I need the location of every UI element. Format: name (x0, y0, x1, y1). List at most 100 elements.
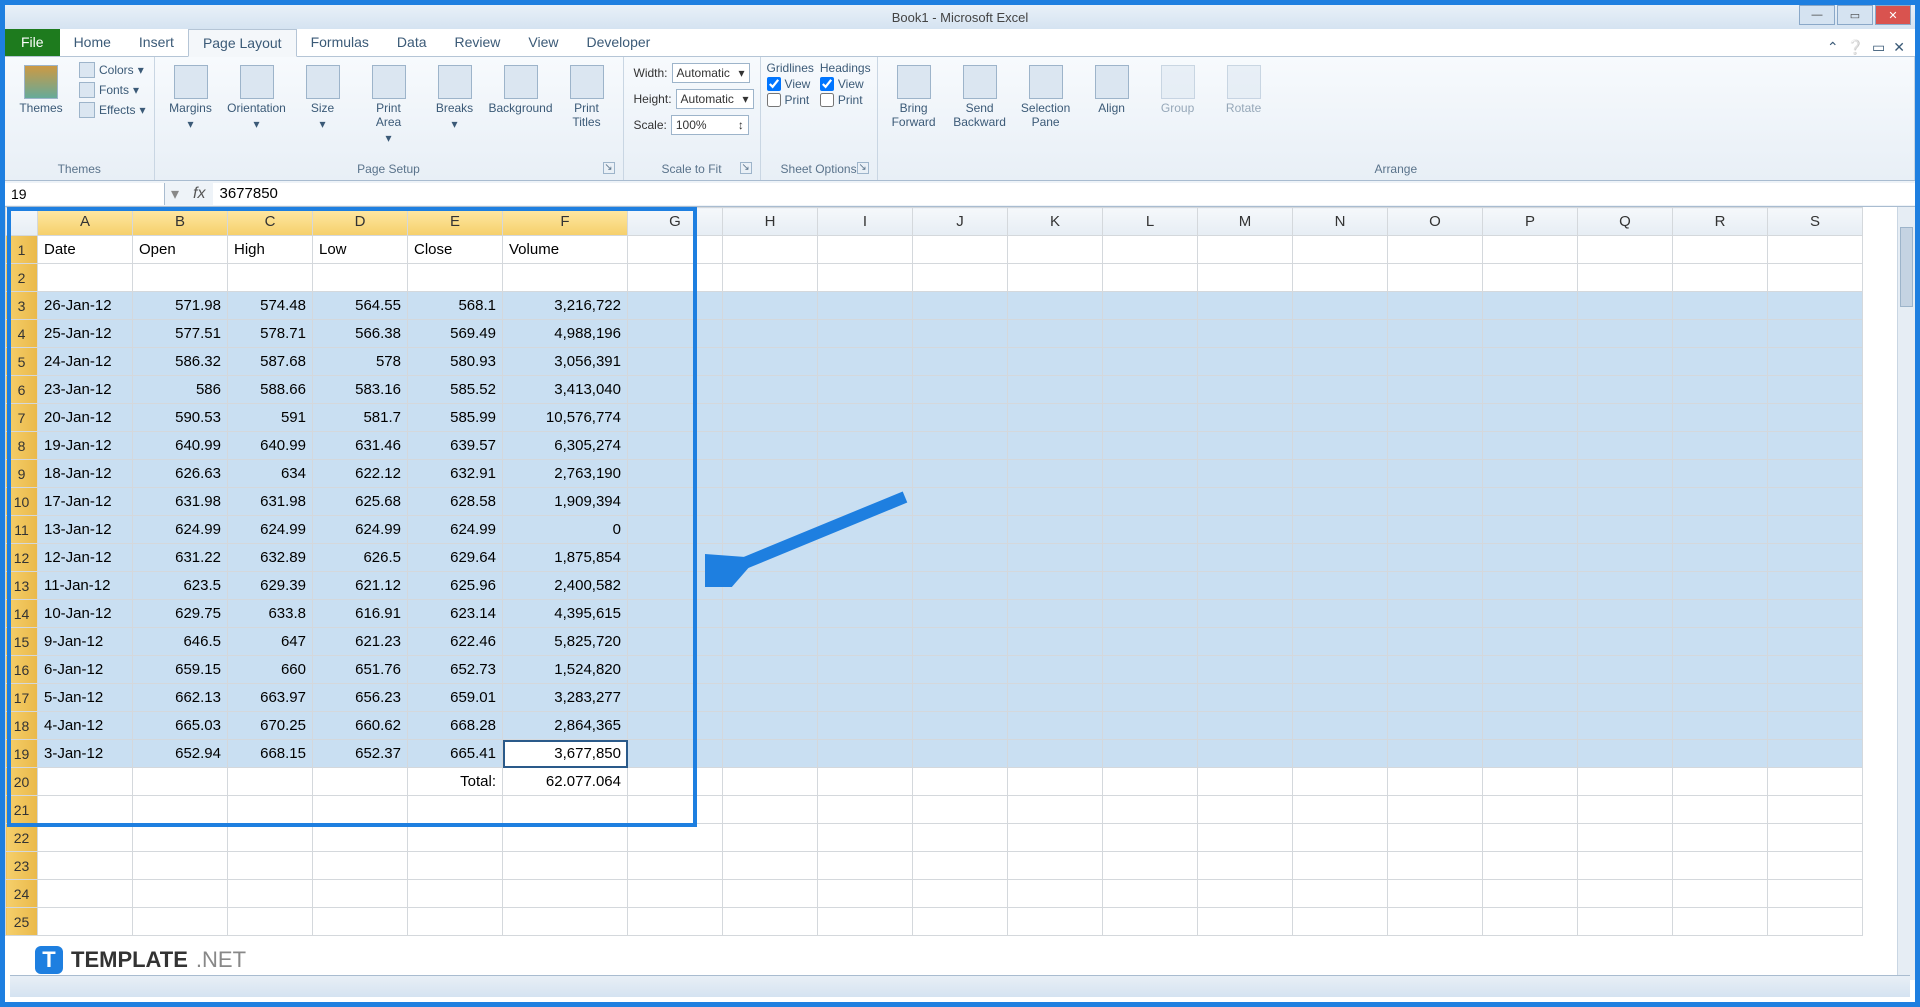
column-header-I[interactable]: I (818, 208, 913, 236)
cell[interactable]: 660 (228, 656, 313, 684)
cell[interactable] (313, 824, 408, 852)
cell[interactable] (1483, 292, 1578, 320)
cell[interactable] (628, 404, 723, 432)
cell[interactable] (628, 628, 723, 656)
cell[interactable] (1483, 404, 1578, 432)
cell[interactable] (1388, 348, 1483, 376)
cell[interactable]: 5-Jan-12 (38, 684, 133, 712)
cell[interactable] (1293, 516, 1388, 544)
cell[interactable] (913, 516, 1008, 544)
cell[interactable] (818, 376, 913, 404)
cell[interactable] (313, 796, 408, 824)
spreadsheet-grid[interactable]: ABCDEFGHIJKLMNOPQRS1DateOpenHighLowClose… (5, 207, 1915, 980)
cell[interactable] (408, 264, 503, 292)
cell[interactable] (1198, 684, 1293, 712)
cell[interactable] (628, 292, 723, 320)
cell[interactable] (228, 880, 313, 908)
cell[interactable] (723, 628, 818, 656)
namebox-dropdown-icon[interactable]: ▾ (165, 184, 185, 204)
minimize-button[interactable]: — (1799, 5, 1835, 25)
cell[interactable]: 651.76 (313, 656, 408, 684)
cell[interactable] (133, 908, 228, 936)
cell[interactable] (1388, 768, 1483, 796)
cell[interactable] (628, 656, 723, 684)
cell[interactable] (1483, 628, 1578, 656)
cell[interactable] (818, 824, 913, 852)
cell[interactable] (818, 768, 913, 796)
cell[interactable] (1198, 628, 1293, 656)
column-header-L[interactable]: L (1103, 208, 1198, 236)
cell[interactable] (1673, 376, 1768, 404)
cell[interactable] (1768, 432, 1863, 460)
cell[interactable] (1483, 376, 1578, 404)
cell[interactable] (1388, 460, 1483, 488)
cell[interactable] (1008, 656, 1103, 684)
scale-spinner[interactable]: 100%↕ (671, 115, 749, 135)
cell[interactable] (1578, 460, 1673, 488)
cell[interactable] (723, 880, 818, 908)
row-header[interactable]: 9 (6, 460, 38, 488)
cell[interactable] (1388, 432, 1483, 460)
cell[interactable]: 577.51 (133, 320, 228, 348)
cell[interactable]: 2,400,582 (503, 572, 628, 600)
row-header[interactable]: 21 (6, 796, 38, 824)
row-header[interactable]: 23 (6, 852, 38, 880)
row-header[interactable]: 2 (6, 264, 38, 292)
cell[interactable] (133, 824, 228, 852)
cell[interactable] (913, 348, 1008, 376)
cell[interactable] (913, 376, 1008, 404)
cell[interactable] (818, 740, 913, 768)
cell[interactable] (628, 460, 723, 488)
cell[interactable]: 3,677,850 (503, 740, 628, 768)
row-header[interactable]: 13 (6, 572, 38, 600)
cell[interactable]: Total: (408, 768, 503, 796)
cell[interactable] (1578, 348, 1673, 376)
cell[interactable]: 659.15 (133, 656, 228, 684)
cell[interactable] (1768, 656, 1863, 684)
cell[interactable] (1293, 908, 1388, 936)
cell[interactable] (1768, 544, 1863, 572)
cell[interactable] (1483, 740, 1578, 768)
tab-developer[interactable]: Developer (573, 28, 665, 56)
cell[interactable] (1008, 292, 1103, 320)
cell[interactable] (1388, 908, 1483, 936)
cell[interactable]: 632.89 (228, 544, 313, 572)
cell[interactable] (1483, 712, 1578, 740)
cell[interactable] (913, 236, 1008, 264)
row-header[interactable]: 22 (6, 824, 38, 852)
cell[interactable] (1198, 404, 1293, 432)
cell[interactable] (1768, 852, 1863, 880)
cell[interactable] (1008, 908, 1103, 936)
cell[interactable] (1198, 572, 1293, 600)
cell[interactable] (503, 880, 628, 908)
column-header-P[interactable]: P (1483, 208, 1578, 236)
cell[interactable]: 10,576,774 (503, 404, 628, 432)
cell[interactable] (1103, 824, 1198, 852)
cell[interactable] (1388, 488, 1483, 516)
cell[interactable] (1198, 460, 1293, 488)
cell[interactable] (1673, 684, 1768, 712)
cell[interactable]: 571.98 (133, 292, 228, 320)
cell[interactable] (818, 656, 913, 684)
cell[interactable] (1103, 572, 1198, 600)
select-all-corner[interactable] (6, 208, 38, 236)
cell[interactable]: 10-Jan-12 (38, 600, 133, 628)
cell[interactable] (1388, 572, 1483, 600)
cell[interactable] (913, 824, 1008, 852)
cell[interactable] (723, 516, 818, 544)
cell[interactable] (1578, 852, 1673, 880)
cell[interactable]: Close (408, 236, 503, 264)
cell[interactable] (1008, 488, 1103, 516)
cell[interactable] (913, 796, 1008, 824)
cell[interactable] (1198, 432, 1293, 460)
orientation-button[interactable]: Orientation▾ (227, 61, 287, 135)
cell[interactable] (913, 460, 1008, 488)
cell[interactable] (628, 852, 723, 880)
cell[interactable] (1768, 376, 1863, 404)
cell[interactable] (1103, 852, 1198, 880)
cell[interactable] (1673, 656, 1768, 684)
cell[interactable] (1103, 320, 1198, 348)
cell[interactable] (1293, 376, 1388, 404)
cell[interactable] (1388, 292, 1483, 320)
row-header[interactable]: 19 (6, 740, 38, 768)
